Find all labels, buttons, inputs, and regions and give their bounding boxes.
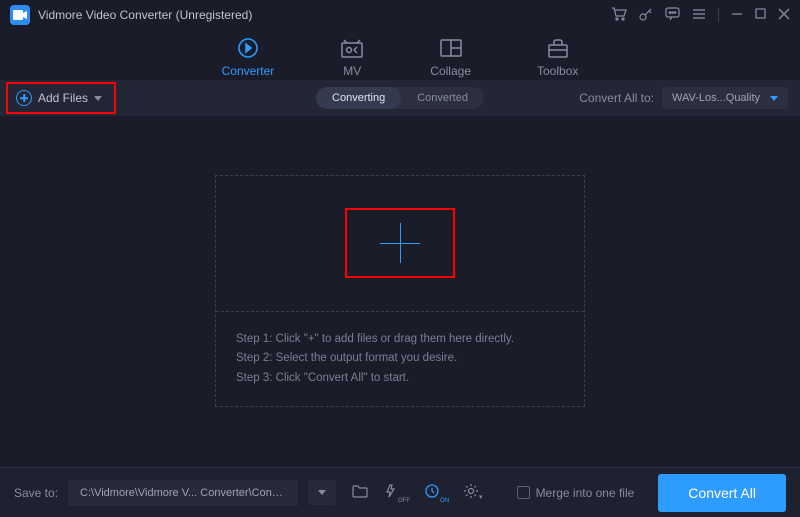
merge-label: Merge into one file (536, 486, 635, 500)
chevron-down-icon (770, 96, 778, 101)
collage-icon (439, 36, 463, 60)
convert-all-to-label: Convert All to: (579, 91, 654, 105)
menu-icon[interactable] (692, 8, 706, 23)
high-speed-icon[interactable]: ON (424, 483, 449, 502)
main-tabs: Converter MV Collage Toolbox (0, 30, 800, 80)
dropzone[interactable]: Step 1: Click "+" to add files or drag t… (215, 175, 585, 408)
tab-label: Collage (430, 64, 471, 78)
checkbox-icon (517, 486, 530, 499)
tab-label: Toolbox (537, 64, 578, 78)
toolbox-icon (546, 36, 570, 60)
maximize-icon[interactable] (755, 8, 766, 22)
chevron-down-icon (94, 96, 102, 101)
bottom-icon-group: OFF ON ▾ (352, 483, 483, 502)
save-path-field[interactable]: C:\Vidmore\Vidmore V... Converter\Conver… (68, 480, 298, 506)
mode-converted-button[interactable]: Converted (401, 87, 484, 109)
plus-circle-icon (16, 90, 32, 106)
instruction-step: Step 1: Click "+" to add files or drag t… (236, 330, 564, 350)
save-path-value: C:\Vidmore\Vidmore V... Converter\Conver… (80, 487, 286, 499)
feedback-icon[interactable] (665, 7, 680, 24)
instruction-step: Step 2: Select the output format you des… (236, 349, 564, 369)
tab-label: Converter (222, 64, 275, 78)
window-title: Vidmore Video Converter (Unregistered) (38, 8, 611, 22)
app-logo-icon (10, 5, 30, 25)
save-to-label: Save to: (14, 486, 58, 500)
add-files-label: Add Files (38, 91, 88, 105)
close-icon[interactable] (778, 8, 790, 23)
tab-toolbox[interactable]: Toolbox (529, 32, 586, 86)
key-icon[interactable] (639, 7, 653, 24)
instruction-step: Step 3: Click "Convert All" to start. (236, 369, 564, 389)
save-path-dropdown[interactable] (308, 480, 336, 505)
bottombar: Save to: C:\Vidmore\Vidmore V... Convert… (0, 467, 800, 517)
divider (718, 8, 719, 22)
convert-all-to-group: Convert All to: WAV-Los...Quality (579, 87, 788, 109)
format-select[interactable]: WAV-Los...Quality (662, 87, 788, 109)
toolbar: Add Files Converting Converted Convert A… (0, 80, 800, 116)
open-folder-icon[interactable] (352, 484, 368, 501)
main-area: Step 1: Click "+" to add files or drag t… (0, 116, 800, 466)
titlebar: Vidmore Video Converter (Unregistered) (0, 0, 800, 30)
hardware-accel-icon[interactable]: OFF (382, 483, 410, 502)
settings-icon[interactable]: ▾ (463, 483, 483, 502)
tab-label: MV (343, 64, 361, 78)
tab-mv[interactable]: MV (332, 32, 372, 86)
dropzone-instructions: Step 1: Click "+" to add files or drag t… (216, 311, 584, 407)
add-plus-icon[interactable] (380, 223, 420, 263)
mode-toggle: Converting Converted (316, 87, 484, 109)
cart-icon[interactable] (611, 7, 627, 24)
merge-checkbox[interactable]: Merge into one file (517, 486, 635, 500)
chevron-down-icon (318, 490, 326, 495)
mv-icon (340, 36, 364, 60)
converter-icon (236, 36, 260, 60)
dropzone-upper[interactable] (216, 176, 584, 311)
tab-collage[interactable]: Collage (422, 32, 479, 86)
mode-converting-button[interactable]: Converting (316, 87, 401, 109)
format-selected-value: WAV-Los...Quality (672, 92, 760, 104)
minimize-icon[interactable] (731, 8, 743, 23)
convert-all-button[interactable]: Convert All (658, 474, 786, 512)
add-files-button[interactable]: Add Files (12, 90, 102, 106)
